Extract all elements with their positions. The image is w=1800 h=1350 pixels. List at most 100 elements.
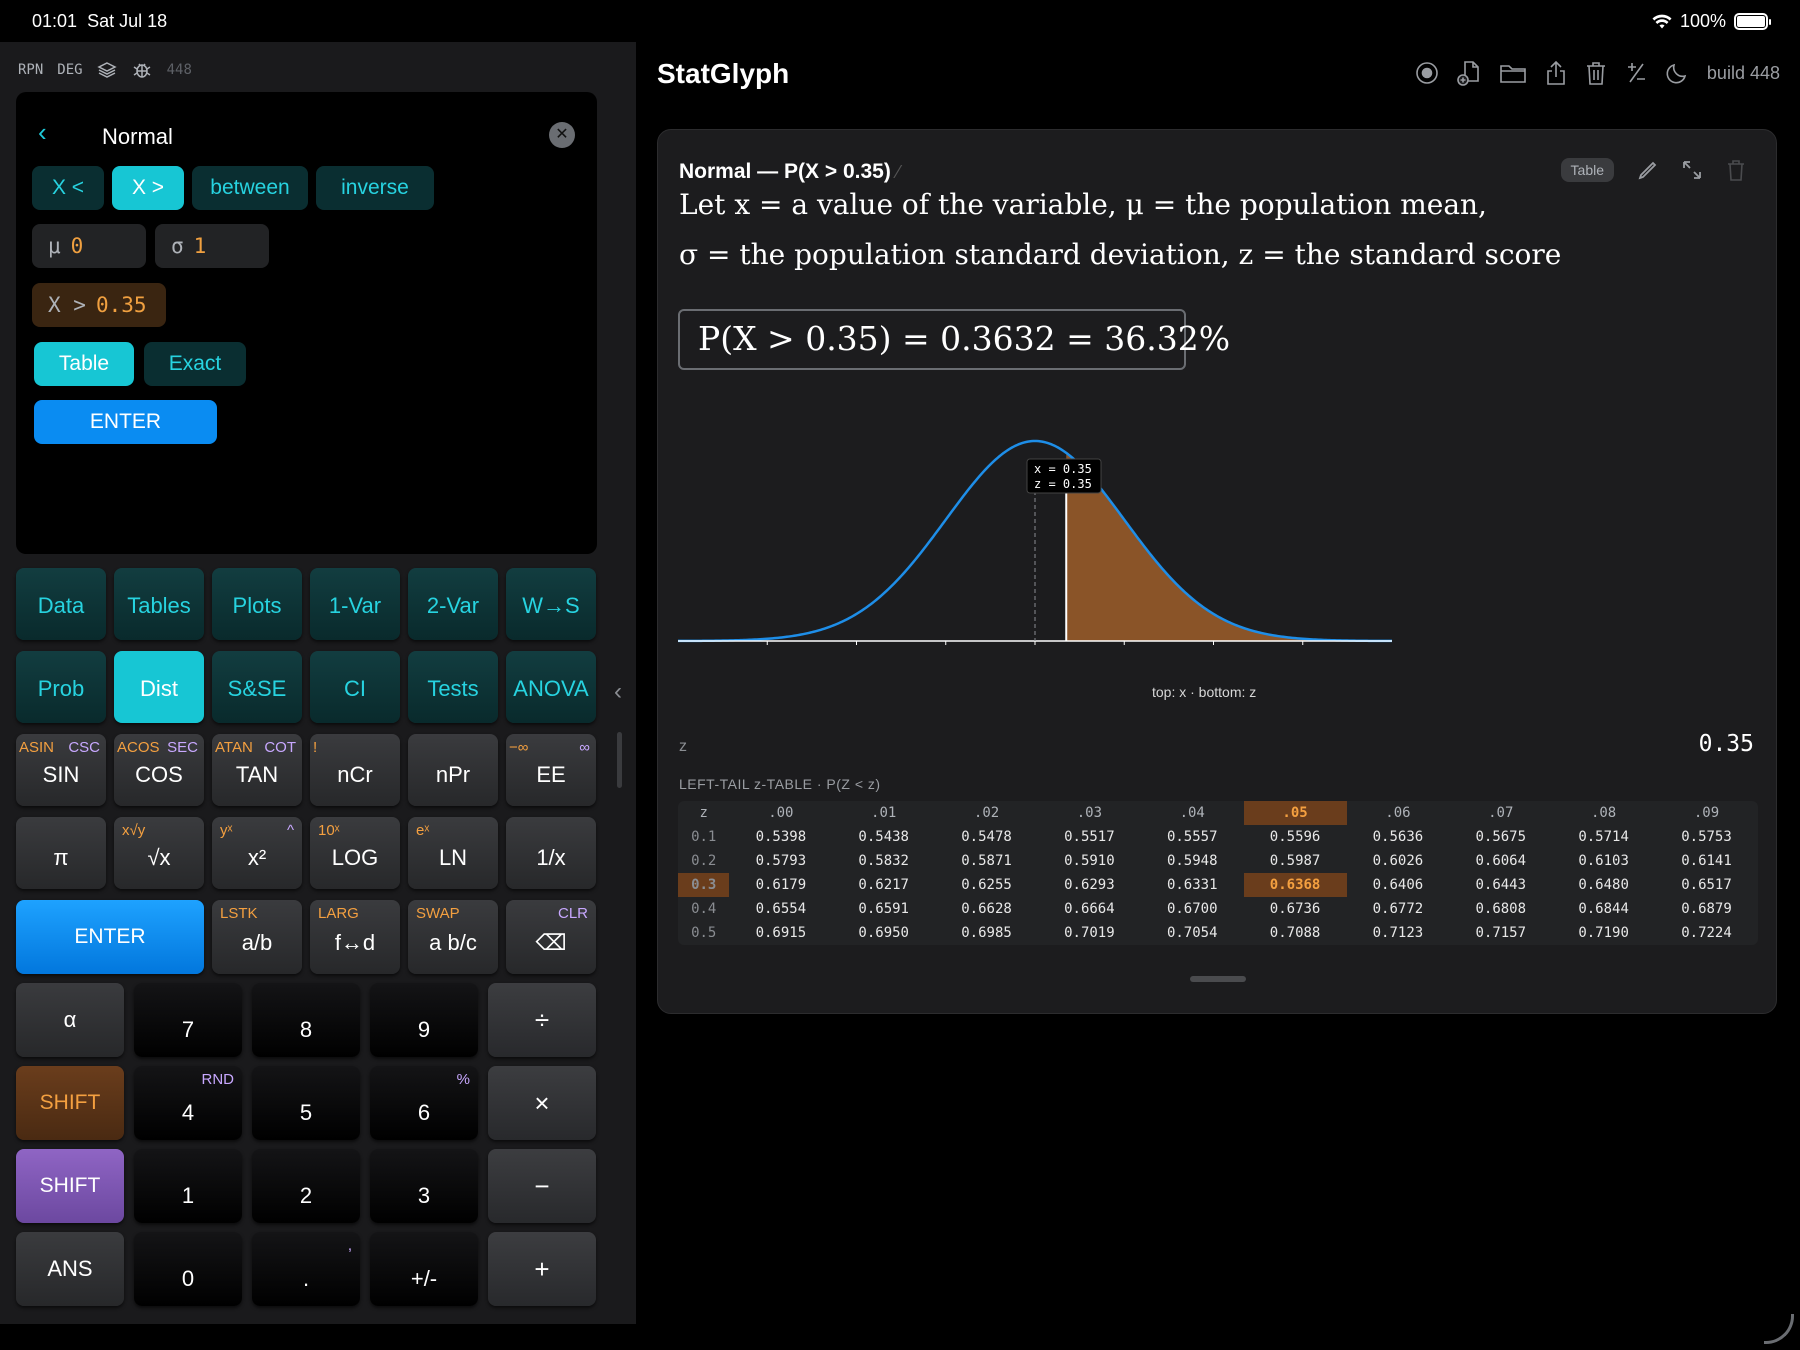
key-sin[interactable]: SIN ASIN CSC [16,734,106,806]
key-x[interactable]: x² yˣ ^ [212,817,302,889]
split-divider-handle[interactable] [617,732,622,788]
digit-key-dot[interactable]: ., [252,1232,360,1306]
menu-anova[interactable]: ANOVA [506,651,596,723]
digit-key-5[interactable]: 5 [252,1066,360,1140]
digit-key-6[interactable]: 6% [370,1066,478,1140]
mode-deg[interactable]: DEG [57,62,82,78]
ztable-caption: LEFT-TAIL z-TABLE · P(Z < z) [679,776,881,792]
ans-key[interactable]: ANS [16,1232,124,1306]
ztable-cell: 0.6700 [1166,901,1218,917]
menu-plots[interactable]: Plots [212,568,302,640]
collapse-chevron-icon[interactable]: ‹ [614,678,622,706]
digit-key-plus-minus-label: +/- [410,1266,438,1291]
digit-key-0[interactable]: 0 [134,1232,242,1306]
menu-ci[interactable]: CI [310,651,400,723]
layers-icon[interactable] [96,60,117,80]
tab-x-less[interactable]: X < [32,166,104,210]
key-ln[interactable]: LN eˣ [408,817,498,889]
trash-icon[interactable] [1585,60,1607,86]
plus-minus-icon[interactable] [1625,61,1647,85]
add-key-label: + [534,1253,550,1284]
record-icon[interactable] [1415,61,1439,85]
menu-data[interactable]: Data [16,568,106,640]
key-cos[interactable]: COS ACOS SEC [114,734,204,806]
enter-key[interactable]: ENTER [16,900,204,974]
digit-key-7[interactable]: 7 [134,983,242,1057]
tab-x-greater[interactable]: X > [112,166,184,210]
digit-key-8[interactable]: 8 [252,983,360,1057]
digit-key-4[interactable]: 4 RND [134,1066,242,1140]
expand-icon[interactable] [1682,160,1702,180]
share-icon[interactable] [1545,60,1567,86]
bug-icon[interactable] [131,60,153,80]
key-a-b-c[interactable]: a b/c SWAP [408,900,498,974]
ztable-col-header: .09 [1693,805,1720,821]
ztable-col-header: .08 [1590,805,1617,821]
key-tan[interactable]: TAN ATAN COT [212,734,302,806]
condition-field[interactable]: X >0.35 [32,283,166,327]
multiply-key[interactable]: × [488,1066,596,1140]
edit-title-icon[interactable]: ⁄ [897,162,900,182]
menu-2-var[interactable]: 2-Var [408,568,498,640]
key-ncr[interactable]: nCr! [310,734,400,806]
digit-key-plus-minus[interactable]: +/- [370,1232,478,1306]
tab-between[interactable]: between [192,166,308,210]
key-1-x[interactable]: 1/x [506,817,596,889]
screen-enter-button[interactable]: ENTER [34,400,217,444]
menu-w-s-label: W→S [522,593,580,618]
menu-s-se[interactable]: S&SE [212,651,302,723]
new-document-icon[interactable] [1457,60,1481,86]
key-key[interactable]: π [16,817,106,889]
key-log[interactable]: LOG 10ˣ [310,817,400,889]
menu-w-s[interactable]: W→S [506,568,596,640]
backspace-key[interactable]: ⌫ CLR [506,900,596,974]
digit-key-9[interactable]: 9 [370,983,478,1057]
pen-icon[interactable] [1638,160,1658,180]
key-npr[interactable]: nPr [408,734,498,806]
menu-dist[interactable]: Dist [114,651,204,723]
key-f-d[interactable]: f↔d LARG [310,900,400,974]
key-x[interactable]: √x x√y [114,817,204,889]
tab-inverse[interactable]: inverse [316,166,434,210]
key-a-b[interactable]: a/b LSTK [212,900,302,974]
menu-prob[interactable]: Prob [16,651,106,723]
digit-key-dot-label: . [302,1266,310,1291]
shift-orange-key[interactable]: SHIFT [16,1066,124,1140]
card-tools: Table [1560,158,1746,182]
toolbar: build 448 [1415,60,1780,86]
menu-tests[interactable]: Tests [408,651,498,723]
card-resize-grabber[interactable] [1190,976,1246,982]
z-label: z [679,738,687,755]
divide-key-label: ÷ [534,1004,550,1035]
digit-key-4-label: 4 [181,1100,195,1125]
digit-key-5-label: 5 [299,1100,313,1125]
close-icon[interactable]: ✕ [549,122,575,148]
output-exact-button[interactable]: Exact [144,342,246,386]
ztable-row-header: 0.2 [691,853,717,869]
digit-key-1[interactable]: 1 [134,1149,242,1223]
mode-rpn[interactable]: RPN [18,62,43,78]
alpha-key[interactable]: α [16,983,124,1057]
mu-field[interactable]: μ0 [32,224,146,268]
ztable-cell: 0.5596 [1269,829,1321,845]
key-alt-label: ASIN [19,739,55,756]
back-chevron-icon[interactable]: ‹ [38,119,62,145]
card-trash-icon[interactable] [1726,159,1746,181]
output-table-button[interactable]: Table [34,342,134,386]
divide-key[interactable]: ÷ [488,983,596,1057]
digit-key-3[interactable]: 3 [370,1149,478,1223]
key-ee[interactable]: EE −∞ ∞ [506,734,596,806]
digit-key-2[interactable]: 2 [252,1149,360,1223]
add-key[interactable]: + [488,1232,596,1306]
digit-key-2-label: 2 [299,1183,313,1208]
key-alt-label: eˣ [416,822,430,839]
menu-1-var[interactable]: 1-Var [310,568,400,640]
table-tag-button[interactable]: Table [1560,158,1614,182]
sigma-field[interactable]: σ1 [155,224,269,268]
menu-tables[interactable]: Tables [114,568,204,640]
subtract-key[interactable]: − [488,1149,596,1223]
shift-purple-key[interactable]: SHIFT [16,1149,124,1223]
moon-icon[interactable] [1665,61,1689,85]
folder-icon[interactable] [1499,62,1527,84]
digit-key-1-label: 1 [181,1183,195,1208]
